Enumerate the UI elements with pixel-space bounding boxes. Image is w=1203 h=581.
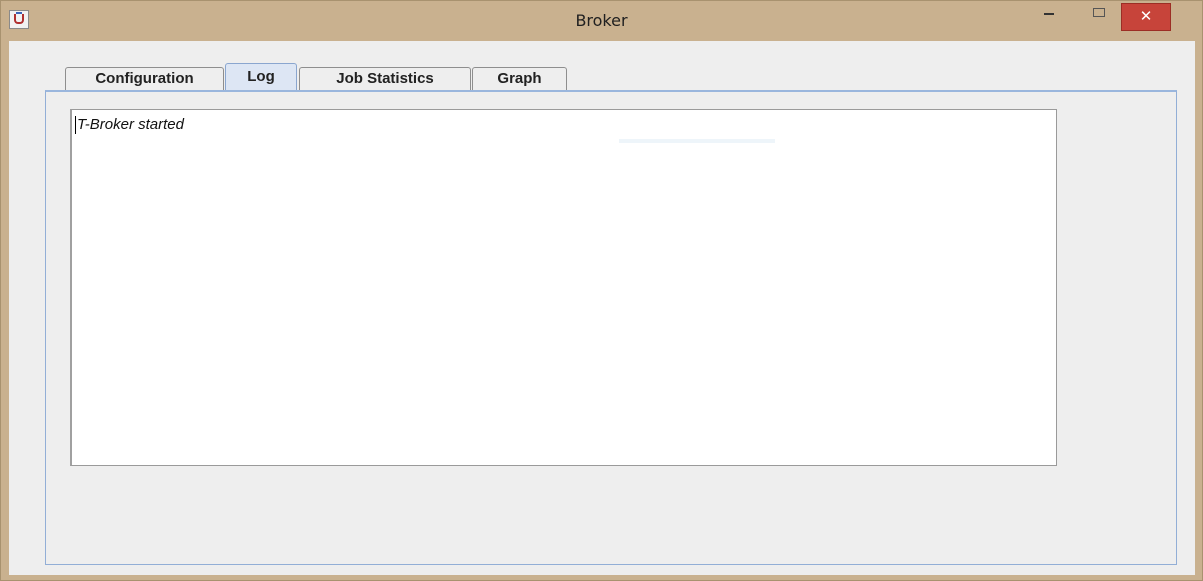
close-button[interactable]: ✕ — [1121, 3, 1171, 31]
window-title: Broker — [575, 11, 628, 30]
log-tab-panel: T-Broker started — [45, 90, 1177, 565]
log-text-area[interactable]: T-Broker started — [70, 109, 1057, 466]
log-line: T-Broker started — [77, 116, 184, 133]
minimize-button[interactable] — [1032, 3, 1066, 29]
minimize-icon — [1044, 12, 1054, 15]
maximize-button[interactable] — [1082, 3, 1116, 29]
close-icon: ✕ — [1139, 7, 1153, 25]
title-bar[interactable]: Broker ✕ — [1, 1, 1202, 41]
tab-graph[interactable]: Graph — [472, 67, 567, 91]
maximize-icon — [1093, 8, 1105, 18]
window-client-area: Configuration Log Job Statistics Graph I… — [9, 41, 1195, 575]
faint-highlight — [619, 139, 775, 143]
text-caret — [75, 116, 76, 134]
tab-job-statistics[interactable]: Job Statistics — [299, 67, 471, 91]
tab-log[interactable]: Log — [225, 63, 297, 91]
tab-configuration[interactable]: Configuration — [65, 67, 224, 91]
broker-window: Broker ✕ Configuration Log Job Statistic… — [0, 0, 1203, 581]
